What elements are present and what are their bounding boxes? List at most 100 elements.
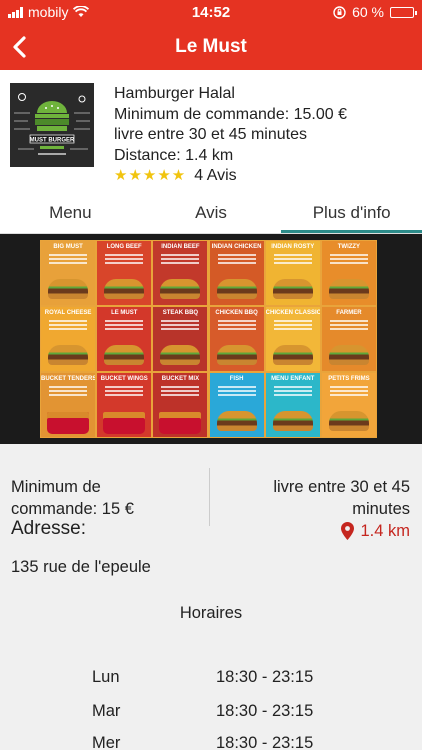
menu-tile: CHICKEN CLASSIC (265, 307, 320, 371)
menu-tile-text-line (217, 394, 256, 396)
min-order-block: Minimum de commande: 15 € (11, 476, 134, 520)
details-section: Minimum de commande: 15 € livre entre 30… (0, 444, 422, 750)
orientation-lock-icon (333, 5, 346, 19)
menu-tile: STEAK BBQ (153, 307, 208, 371)
min-order-line2: commande: 15 € (11, 500, 134, 518)
menu-tile-text-line (273, 324, 312, 326)
menu-tile-text-line (49, 386, 88, 388)
menu-tile: BUCKET MIX (153, 373, 208, 437)
menu-tile-text-line (217, 320, 256, 322)
hours-day: Mar (92, 702, 121, 720)
menu-tile-label: FARMER (336, 310, 362, 316)
location-pin-icon (341, 522, 355, 540)
menu-tile-text-line (49, 324, 88, 326)
menu-tile-text-line (105, 262, 144, 264)
menu-tile-text-line (217, 386, 256, 388)
menu-tile-text-line (105, 328, 144, 330)
menu-tile-label: LONG BEEF (106, 244, 142, 250)
menu-tile-text-line (49, 328, 88, 330)
menu-tile: LONG BEEF (97, 241, 152, 305)
menu-tile-label: LE MUST (111, 310, 138, 316)
menu-tile-text-line (105, 386, 144, 388)
menu-tile-label: BIG MUST (53, 244, 83, 250)
hours-day: Lun (92, 668, 120, 686)
menu-tile-text-line (273, 394, 312, 396)
menu-tile-text-line (161, 324, 200, 326)
food-image (104, 345, 145, 365)
menu-board: BIG MUST LONG BEEF INDIAN BEEF INDIAN CHICK… (40, 240, 377, 438)
menu-tile-text-line (217, 390, 256, 392)
tab-avis[interactable]: Avis (141, 196, 282, 233)
menu-tile-label: CHICKEN BBQ (215, 310, 258, 316)
tab-bar: Menu Avis Plus d'info (0, 196, 422, 234)
menu-tile-text-line (161, 320, 200, 322)
menu-tile: PETITS FRIMS (321, 373, 376, 437)
menu-tile-text-line (105, 254, 144, 256)
hours-time: 18:30 - 23:15 (216, 668, 314, 686)
menu-tile-text-line (161, 328, 200, 330)
address-text[interactable]: 135 rue de l'epeule (11, 558, 151, 577)
delivery-line1: livre entre 30 et 45 (273, 478, 410, 496)
menu-board-image[interactable]: BIG MUST LONG BEEF INDIAN BEEF INDIAN CHICK… (0, 234, 422, 444)
clock: 14:52 (191, 3, 231, 21)
menu-tile-text-line (273, 390, 312, 392)
hours-title: Horaires (179, 604, 243, 622)
menu-tile-label: MENU ENFANT (271, 376, 315, 382)
menu-tile: BUCKET TENDERS (41, 373, 96, 437)
menu-tile: LE MUST (97, 307, 152, 371)
menu-tile: FARMER (321, 307, 376, 371)
restaurant-category: Hamburger Halal (114, 85, 235, 102)
menu-tile: TWIZZY (321, 241, 376, 305)
menu-tile-label: BUCKET TENDERS (41, 376, 96, 382)
divider (209, 468, 210, 526)
menu-tile-text-line (329, 324, 368, 326)
rating[interactable]: ★★★★★ 4 Avis (114, 166, 347, 187)
distance-row[interactable]: 1.4 km (273, 520, 410, 542)
menu-tile: INDIAN BEEF (153, 241, 208, 305)
restaurant-logo: MUST BURGER (10, 83, 94, 167)
distance-text: Distance: 1.4 km (114, 146, 234, 164)
nav-bar: Le Must (0, 24, 422, 70)
menu-tile: CHICKEN BBQ (209, 307, 264, 371)
reviews-count: 4 Avis (194, 167, 237, 184)
menu-tile-text-line (329, 320, 368, 322)
menu-tile-text-line (161, 390, 200, 392)
menu-tile-text-line (329, 394, 368, 396)
back-arrow-icon[interactable] (6, 30, 36, 64)
menu-tile-text-line (329, 328, 368, 330)
page-title: Le Must (175, 36, 247, 57)
tab-plus-info[interactable]: Plus d'info (281, 196, 422, 233)
menu-tile-label: ROYAL CHEESE (44, 310, 92, 316)
menu-tile-text-line (161, 258, 200, 260)
food-image (328, 279, 369, 299)
hours-day: Mer (92, 734, 121, 750)
address-label: Adresse: (11, 518, 86, 539)
delivery-time-text: livre entre 30 et 45 minutes (114, 126, 307, 143)
menu-tile-label: BUCKET MIX (161, 376, 200, 382)
food-image (159, 412, 202, 434)
food-image (47, 412, 90, 434)
menu-tile-label: BUCKET WINGS (100, 376, 148, 382)
menu-tile-text-line (49, 394, 88, 396)
menu-tile-label: INDIAN ROSTY (271, 244, 315, 250)
menu-tile-text-line (273, 262, 312, 264)
menu-tile-text-line (329, 254, 368, 256)
food-image (328, 411, 369, 431)
battery-icon (390, 6, 417, 18)
menu-tile-text-line (105, 258, 144, 260)
food-image (160, 345, 201, 365)
min-order-line1: Minimum de (11, 478, 101, 496)
menu-tile-label: INDIAN CHICKEN (211, 244, 262, 250)
menu-tile-text-line (273, 328, 312, 330)
menu-tile-text-line (105, 320, 144, 322)
menu-tile-text-line (329, 386, 368, 388)
signal-icon (8, 6, 23, 18)
menu-tile-label: PETITS FRIMS (328, 376, 370, 382)
tab-menu[interactable]: Menu (0, 196, 141, 233)
food-image (216, 279, 257, 299)
status-bar: mobily 14:52 60 % (0, 0, 422, 24)
hours-time: 18:30 - 23:15 (216, 734, 314, 750)
menu-tile-text-line (273, 254, 312, 256)
food-image (103, 412, 146, 434)
battery-percent: 60 % (352, 4, 384, 20)
